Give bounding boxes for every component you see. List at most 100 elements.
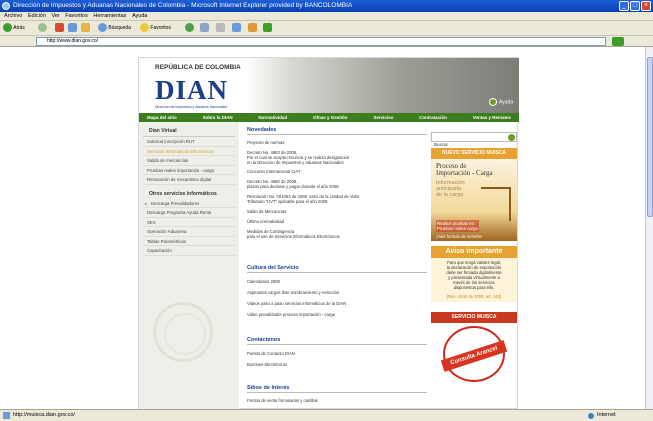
edit-button[interactable] [232, 23, 241, 34]
right-column: Buscar NUEVO SERVICIO MUISCA Proceso de … [431, 122, 517, 410]
news-item[interactable]: Medidas de Contingencia para el uso de S… [247, 229, 427, 239]
mas-formas-text: ¡más formas de servirle! [436, 234, 483, 239]
scrollbar-thumb[interactable] [647, 57, 653, 217]
menu-edicion[interactable]: Edición [28, 13, 46, 19]
sidebar-header: Dian Virtual [143, 122, 235, 137]
forward-button[interactable] [38, 23, 47, 34]
browser-toolbar: Atrás Búsqueda Favoritos [0, 21, 653, 36]
nav-servicios[interactable]: Servicios [373, 113, 393, 122]
sidebar-item-servicios[interactable]: Servicios Informáticos Electrónicos [143, 147, 235, 156]
refresh-button[interactable] [68, 23, 77, 34]
sidebar-item-capacitacion[interactable]: Capacitación [143, 246, 235, 256]
news-item[interactable]: Resolución No. 001063 de 2008, valor de … [247, 194, 427, 204]
news-item[interactable]: Saldo de Mercancías [247, 209, 427, 214]
back-button[interactable]: Atrás [3, 23, 25, 34]
messenger-button[interactable] [248, 23, 257, 34]
sidebar-item-ayuda-renta[interactable]: Descarga Programa Ayuda Renta [143, 208, 235, 218]
stop-button[interactable] [55, 23, 64, 34]
aviso-text: Para que tenga validez legal, la declara… [431, 258, 517, 294]
search-go-icon[interactable] [508, 134, 515, 141]
messenger-icon [248, 23, 257, 33]
news-item[interactable]: Concurso Internacional CIAT [247, 169, 427, 174]
sidebar-item-sex[interactable]: SEX [143, 218, 235, 227]
research-icon [263, 23, 272, 33]
aviso-title: Aviso importante [431, 246, 517, 258]
proceso-importacion-ad[interactable]: Proceso de Importación - Carga Informaci… [431, 159, 517, 241]
sidebar-item-tablas[interactable]: Tablas Paramétricas [143, 237, 235, 246]
nav-ventas[interactable]: Ventas y Remates [473, 113, 511, 122]
proceso-subtitle: Información anticipada de la carga [436, 180, 465, 198]
nuevo-servicio-banner[interactable]: NUEVO SERVICIO MUISCA [431, 148, 517, 159]
go-button[interactable] [612, 37, 624, 46]
sidebar-item-salida[interactable]: Salida de mercancías [143, 156, 235, 166]
nav-sobre[interactable]: Sobre la DIAN [203, 113, 233, 122]
news-item[interactable]: Decreto No. 4863 de 2008, Por el cual se… [247, 150, 427, 165]
search-icon [98, 23, 107, 33]
nav-oficinas[interactable]: Ofnas y Gestión [313, 113, 348, 122]
main-content: Novedades Proyecto de normas Decreto No.… [247, 122, 427, 410]
status-bar: http://muisca.dian.gov.co/ Internet [0, 409, 653, 421]
vertical-scrollbar[interactable] [645, 47, 653, 409]
mail-icon [200, 23, 209, 33]
minimize-button[interactable]: _ [619, 1, 629, 11]
dian-logo-subtitle: Dirección de Impuestos y Aduanas Naciona… [155, 105, 228, 109]
favorites-button[interactable]: Favoritos [140, 23, 171, 34]
print-button[interactable] [216, 23, 225, 34]
window-title-bar: Dirección de Impuestos y Aduanas Naciona… [0, 0, 653, 12]
sidebar-item-pruebas[interactable]: Pruebas reales importación - carga [143, 166, 235, 175]
home-button[interactable] [81, 23, 90, 34]
menu-ayuda[interactable]: Ayuda [132, 13, 148, 19]
search-button[interactable]: Búsqueda [98, 23, 131, 34]
news-item[interactable]: Proyecto de normas [247, 140, 427, 145]
nav-normatividad[interactable]: Normatividad [258, 113, 287, 122]
sidebar-header-2: Otros servicios informáticos [149, 190, 217, 197]
help-link[interactable]: Ayuda [488, 98, 513, 106]
menu-ver[interactable]: Ver [51, 13, 59, 19]
nav-contratacion[interactable]: Contratación [419, 113, 447, 122]
sidebar-item-renovacion[interactable]: Renovación de mecanismo digital [143, 175, 235, 185]
history-button[interactable] [185, 23, 194, 34]
search-input[interactable]: Buscar [431, 132, 517, 147]
research-button[interactable] [263, 23, 272, 34]
sitios-title: Sitios de Interés [247, 385, 427, 393]
mail-button[interactable] [200, 23, 209, 34]
novedades-title: Novedades [247, 127, 427, 135]
close-button[interactable]: × [641, 1, 651, 11]
sitios-item[interactable]: Puntos de venta formularios y cartillas [247, 398, 427, 403]
star-icon [140, 23, 149, 33]
servicio-muisca-banner[interactable]: SERVICIO MUISCA [431, 312, 517, 323]
news-item[interactable]: Decreto No. 4680 de 2008 , plazos para d… [247, 179, 427, 189]
contact-item[interactable]: Buzones Electrónicos [247, 362, 427, 367]
dian-website: REPÚBLICA DE COLOMBIA DIAN Dirección de … [138, 57, 519, 410]
address-input[interactable]: http://www.dian.gov.co/ [36, 37, 606, 46]
menu-bar: Archivo Edición Ver Favoritos Herramient… [0, 12, 653, 21]
nav-mapa[interactable]: Mapa del sitio [147, 113, 177, 122]
menu-herramientas[interactable]: Herramientas [93, 13, 126, 19]
sidebar-item-rut[interactable]: Solicitud inscripción RUT [143, 137, 235, 147]
internet-zone-icon [588, 413, 594, 419]
pruebas-link[interactable]: Realice pruebas en Pruebas reales carga [436, 220, 479, 232]
proceso-title: Proceso de Importación - Carga [436, 162, 493, 177]
forward-arrow-icon [38, 23, 47, 33]
cultura-item[interactable]: Calendarios 2009 [247, 279, 427, 284]
cultura-item[interactable]: Aspirantes cargos libre nombramiento y r… [247, 290, 427, 295]
consulta-arancel-stamp[interactable]: Consulta Arancel [440, 326, 508, 382]
news-item[interactable]: Última normatividad [247, 219, 427, 224]
cultura-title: Cultura del Servicio [247, 265, 427, 273]
home-icon [81, 23, 90, 33]
bullet-icon: ▸ [145, 200, 148, 206]
page-viewport: REPÚBLICA DE COLOMBIA DIAN Dirección de … [0, 47, 645, 410]
zone-label: Internet [597, 412, 616, 418]
sidebar-item-prevalidadores[interactable]: ▸ Descarga Prevalidadores [143, 199, 235, 208]
sidebar-item-operacion[interactable]: Operación Aduanera [143, 227, 235, 237]
cultura-item[interactable]: Videos paso a paso servicios informático… [247, 301, 427, 306]
dian-logo[interactable]: DIAN [155, 75, 228, 106]
crane-icon [481, 187, 511, 221]
maximize-button[interactable]: □ [630, 1, 640, 11]
ie-icon [2, 2, 10, 10]
menu-archivo[interactable]: Archivo [4, 13, 22, 19]
site-banner: REPÚBLICA DE COLOMBIA DIAN Dirección de … [139, 58, 519, 113]
contact-item[interactable]: Puntos de Contacto DIAN [247, 351, 427, 356]
cultura-item[interactable]: Video prevalidador proceso importación -… [247, 312, 427, 317]
menu-favoritos[interactable]: Favoritos [65, 13, 88, 19]
